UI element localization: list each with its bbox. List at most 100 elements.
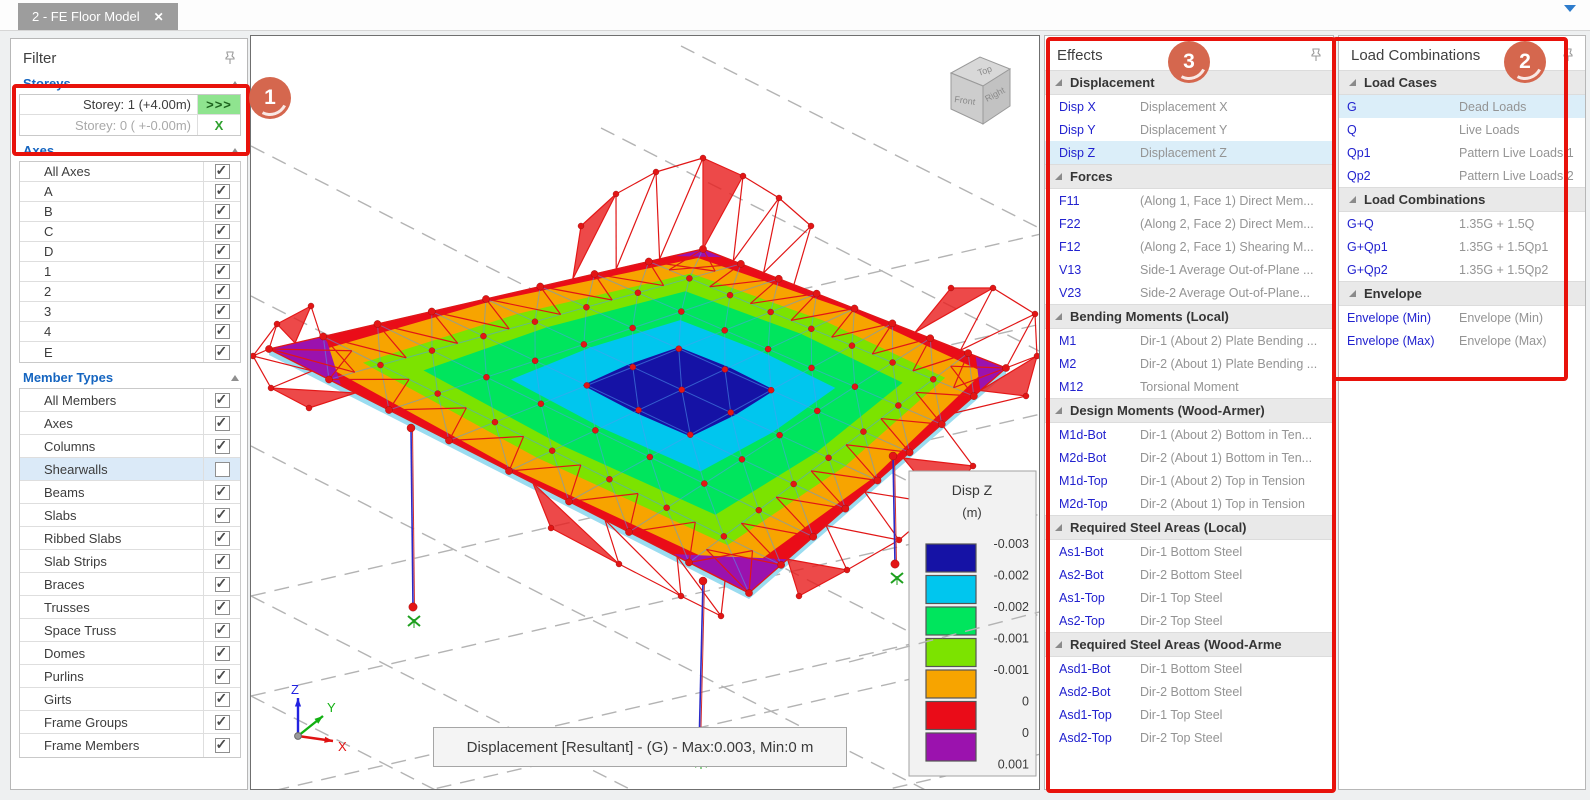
load-group-header[interactable]: Load Cases [1339, 70, 1585, 95]
storey-action-button[interactable]: >>> [197, 95, 240, 114]
checkbox[interactable] [215, 554, 230, 569]
effect-row[interactable]: M2 Dir-2 (About 1) Plate Bending ... [1045, 352, 1333, 375]
checkbox[interactable] [215, 485, 230, 500]
axis-row[interactable]: B [20, 202, 240, 222]
effect-group-header[interactable]: Design Moments (Wood-Armer) [1045, 398, 1333, 423]
effect-row[interactable]: Asd1-Top Dir-1 Top Steel [1045, 703, 1333, 726]
checkbox[interactable] [215, 577, 230, 592]
member-type-row[interactable]: Frame Groups [20, 711, 240, 734]
view-cube[interactable]: TopFrontRight [951, 57, 1010, 124]
member-type-row[interactable]: Slab Strips [20, 550, 240, 573]
checkbox[interactable] [215, 304, 230, 319]
effect-row[interactable]: Asd1-Bot Dir-1 Bottom Steel [1045, 657, 1333, 680]
member-type-row[interactable]: Axes [20, 412, 240, 435]
effect-row[interactable]: As2-Bot Dir-2 Bottom Steel [1045, 563, 1333, 586]
pin-icon[interactable] [1309, 48, 1323, 62]
storeys-section-header[interactable]: Storeys [11, 73, 247, 94]
member-type-row[interactable]: Shearwalls [20, 458, 240, 481]
effect-row[interactable]: Disp Y Displacement Y [1045, 118, 1333, 141]
effect-row[interactable]: F22 (Along 2, Face 2) Direct Mem... [1045, 212, 1333, 235]
checkbox[interactable] [215, 204, 230, 219]
member-type-row[interactable]: Columns [20, 435, 240, 458]
load-row[interactable]: G Dead Loads [1339, 95, 1585, 118]
member-type-row[interactable]: Frame Members [20, 734, 240, 757]
axis-row[interactable]: E [20, 342, 240, 362]
effect-group-header[interactable]: Required Steel Areas (Local) [1045, 515, 1333, 540]
load-row[interactable]: Qp1 Pattern Live Loads 1 [1339, 141, 1585, 164]
effect-row[interactable]: M1 Dir-1 (About 2) Plate Bending ... [1045, 329, 1333, 352]
axis-row[interactable]: D [20, 242, 240, 262]
checkbox[interactable] [215, 244, 230, 259]
storey-row[interactable]: Storey: 1 (+4.00m) >>> [20, 95, 240, 115]
effect-row[interactable]: As1-Bot Dir-1 Bottom Steel [1045, 540, 1333, 563]
load-group-header[interactable]: Load Combinations [1339, 187, 1585, 212]
member-type-row[interactable]: Space Truss [20, 619, 240, 642]
tab-close-icon[interactable]: ✕ [154, 10, 164, 24]
effect-row[interactable]: As2-Top Dir-2 Top Steel [1045, 609, 1333, 632]
effect-row[interactable]: M12 Torsional Moment [1045, 375, 1333, 398]
pin-icon[interactable] [1561, 48, 1575, 62]
member-type-row[interactable]: Purlins [20, 665, 240, 688]
checkbox[interactable] [215, 345, 230, 360]
model-viewport[interactable]: Disp Z(m)-0.003-0.002-0.002-0.001-0.0010… [250, 35, 1040, 790]
effect-group-header[interactable]: Required Steel Areas (Wood-Arme [1045, 632, 1333, 657]
member-type-row[interactable]: Braces [20, 573, 240, 596]
effect-row[interactable]: M1d-Bot Dir-1 (About 2) Bottom in Ten... [1045, 423, 1333, 446]
chevron-down-icon[interactable] [1564, 5, 1576, 12]
axis-row[interactable]: A [20, 182, 240, 202]
checkbox[interactable] [215, 224, 230, 239]
effect-row[interactable]: As1-Top Dir-1 Top Steel [1045, 586, 1333, 609]
load-row[interactable]: Envelope (Min) Envelope (Min) [1339, 306, 1585, 329]
load-row[interactable]: G+Q 1.35G + 1.5Q [1339, 212, 1585, 235]
load-row[interactable]: Qp2 Pattern Live Loads 2 [1339, 164, 1585, 187]
checkbox[interactable] [215, 439, 230, 454]
checkbox[interactable] [215, 508, 230, 523]
checkbox[interactable] [215, 531, 230, 546]
tab-fe-floor-model[interactable]: 2 - FE Floor Model ✕ [18, 3, 178, 30]
effect-row[interactable]: Disp Z Displacement Z [1045, 141, 1333, 164]
pin-icon[interactable] [223, 51, 237, 65]
effect-row[interactable]: M1d-Top Dir-1 (About 2) Top in Tension [1045, 469, 1333, 492]
checkbox[interactable] [215, 692, 230, 707]
checkbox[interactable] [215, 324, 230, 339]
member-type-row[interactable]: Beams [20, 481, 240, 504]
axis-row[interactable]: C [20, 222, 240, 242]
checkbox[interactable] [215, 646, 230, 661]
axis-row[interactable]: All Axes [20, 162, 240, 182]
effect-row[interactable]: F12 (Along 2, Face 1) Shearing M... [1045, 235, 1333, 258]
effect-row[interactable]: Disp X Displacement X [1045, 95, 1333, 118]
load-row[interactable]: G+Qp2 1.35G + 1.5Qp2 [1339, 258, 1585, 281]
checkbox[interactable] [215, 600, 230, 615]
model-3d-scene[interactable]: Disp Z(m)-0.003-0.002-0.002-0.001-0.0010… [251, 36, 1039, 789]
member-type-row[interactable]: Domes [20, 642, 240, 665]
member-type-row[interactable]: Slabs [20, 504, 240, 527]
axis-row[interactable]: 1 [20, 262, 240, 282]
effect-row[interactable]: Asd2-Top Dir-2 Top Steel [1045, 726, 1333, 749]
load-group-header[interactable]: Envelope [1339, 281, 1585, 306]
checkbox[interactable] [215, 715, 230, 730]
effect-group-header[interactable]: Bending Moments (Local) [1045, 304, 1333, 329]
member-type-row[interactable]: Trusses [20, 596, 240, 619]
member-type-row[interactable]: Ribbed Slabs [20, 527, 240, 550]
checkbox[interactable] [215, 623, 230, 638]
effect-row[interactable]: F11 (Along 1, Face 1) Direct Mem... [1045, 189, 1333, 212]
effect-row[interactable]: V23 Side-2 Average Out-of-Plane... [1045, 281, 1333, 304]
load-row[interactable]: Q Live Loads [1339, 118, 1585, 141]
storey-action-button[interactable]: X [197, 115, 240, 135]
axis-row[interactable]: 4 [20, 322, 240, 342]
effect-row[interactable]: M2d-Bot Dir-2 (About 1) Bottom in Ten... [1045, 446, 1333, 469]
member-types-section-header[interactable]: Member Types [11, 367, 247, 388]
member-type-row[interactable]: Girts [20, 688, 240, 711]
effect-group-header[interactable]: Forces [1045, 164, 1333, 189]
checkbox[interactable] [215, 462, 230, 477]
effect-row[interactable]: V13 Side-1 Average Out-of-Plane ... [1045, 258, 1333, 281]
load-row[interactable]: Envelope (Max) Envelope (Max) [1339, 329, 1585, 352]
checkbox[interactable] [215, 164, 230, 179]
checkbox[interactable] [215, 393, 230, 408]
checkbox[interactable] [215, 284, 230, 299]
checkbox[interactable] [215, 184, 230, 199]
checkbox[interactable] [215, 264, 230, 279]
storey-row[interactable]: Storey: 0 ( +-0.00m) X [20, 115, 240, 135]
effect-row[interactable]: M2d-Top Dir-2 (About 1) Top in Tension [1045, 492, 1333, 515]
axes-section-header[interactable]: Axes [11, 140, 247, 161]
